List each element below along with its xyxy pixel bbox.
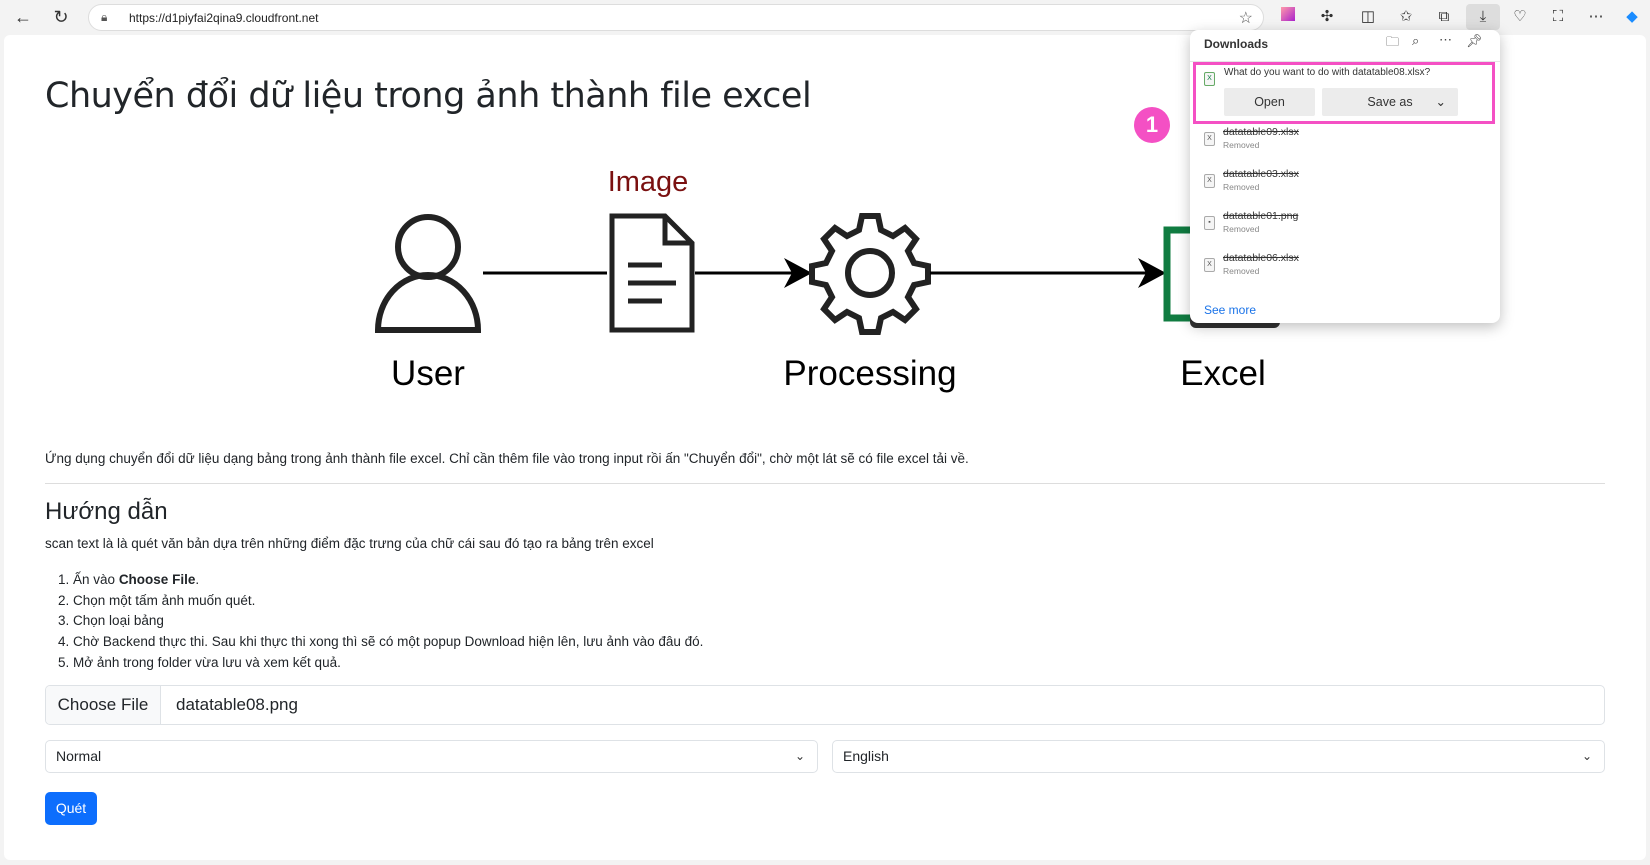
guide-intro: scan text là là quét văn bản dựa trên nh…: [45, 536, 654, 551]
save-as-label: Save as: [1367, 95, 1413, 109]
download-item-name[interactable]: datatable06.xlsx: [1223, 252, 1299, 264]
browser-essentials-icon[interactable]: ♡: [1508, 6, 1532, 28]
excel-label: Excel: [1180, 354, 1266, 393]
step-item: 4. Chờ Backend thực thi. Sau khi thực th…: [58, 634, 704, 650]
download-item-status: Removed: [1223, 266, 1260, 276]
downloads-popup: Downloads 🗀 ⌕ ⋯ 📌︎ X What do you want to…: [1190, 30, 1500, 323]
step-item: 2. Chọn một tấm ảnh muốn quét.: [58, 592, 256, 608]
step-item: 1. Ấn vào Choose File.: [58, 572, 200, 587]
processing-label: Processing: [783, 354, 957, 393]
refresh-icon[interactable]: ↻: [50, 6, 72, 28]
image-file-icon: ▪: [1204, 216, 1215, 230]
steps-list: 1. Ấn vào Choose File. 2. Chọn một tấm ả…: [58, 570, 703, 674]
table-type-value: Normal: [56, 748, 102, 764]
image-label: Image: [607, 166, 689, 198]
page-title: Chuyển đổi dữ liệu trong ảnh thành file …: [45, 76, 812, 116]
choose-file-button[interactable]: Choose File: [46, 686, 161, 724]
file-input[interactable]: Choose File datatable08.png: [45, 685, 1605, 725]
download-item-name[interactable]: datatable03.xlsx: [1223, 168, 1299, 180]
chevron-down-icon[interactable]: ⌄: [1436, 88, 1446, 116]
download-prompt: What do you want to do with datatable08.…: [1224, 67, 1431, 78]
profile-icon[interactable]: [1281, 7, 1295, 21]
file-name: datatable08.png: [176, 695, 298, 714]
downloads-icon[interactable]: ⤓: [1466, 4, 1500, 30]
download-item-status: Removed: [1223, 182, 1260, 192]
step-item: 3. Chọn loại bảng: [58, 613, 164, 629]
description: Ứng dụng chuyển đổi dữ liệu dạng bảng tr…: [45, 451, 969, 466]
excel-file-icon: X: [1204, 174, 1215, 188]
step-item: 5. Mở ảnh trong folder vừa lưu và xem kế…: [58, 654, 341, 670]
table-type-select[interactable]: Normal ⌄: [45, 740, 818, 773]
search-icon[interactable]: ⌕: [1412, 33, 1419, 49]
excel-file-icon: X: [1204, 132, 1215, 146]
browser-toolbar: ← ↻ 🔒︎ https://d1piyfai2qina9.cloudfront…: [0, 0, 1650, 34]
collections-icon[interactable]: ⧉: [1432, 6, 1456, 28]
address-bar[interactable]: 🔒︎ https://d1piyfai2qina9.cloudfront.net…: [88, 4, 1264, 31]
see-more-link[interactable]: See more: [1204, 303, 1256, 317]
favorite-star-icon[interactable]: ☆: [1239, 8, 1253, 28]
copilot-icon[interactable]: ◆: [1620, 6, 1644, 28]
pin-icon[interactable]: 📌︎: [1466, 33, 1483, 49]
divider: [45, 483, 1605, 484]
download-item-name[interactable]: datatable01.png: [1223, 210, 1298, 222]
url-text: https://d1piyfai2qina9.cloudfront.net: [129, 11, 319, 25]
screenshot-icon[interactable]: ⛶: [1546, 6, 1570, 28]
guide-heading: Hướng dẫn: [45, 498, 168, 525]
open-button[interactable]: Open: [1224, 88, 1315, 116]
download-item-status: Removed: [1223, 140, 1260, 150]
favorites-icon[interactable]: ✩: [1394, 6, 1418, 28]
excel-file-icon: X: [1204, 72, 1215, 86]
language-value: English: [843, 748, 889, 764]
gear-icon: [809, 213, 931, 335]
download-item-name[interactable]: datatable09.xlsx: [1223, 126, 1299, 138]
language-select[interactable]: English ⌄: [832, 740, 1605, 773]
split-screen-icon[interactable]: ◫: [1356, 6, 1380, 28]
more-icon[interactable]: ⋯: [1584, 6, 1608, 28]
chevron-down-icon: ⌄: [1581, 749, 1592, 763]
lock-icon: 🔒︎: [101, 10, 108, 24]
extensions-icon[interactable]: ✣: [1315, 6, 1339, 28]
annotation-badge: 1: [1134, 107, 1170, 143]
scan-button[interactable]: Quét: [45, 792, 97, 825]
download-item-status: Removed: [1223, 224, 1260, 234]
back-icon[interactable]: ←: [12, 6, 34, 28]
user-icon: [374, 214, 482, 333]
open-folder-icon[interactable]: 🗀: [1386, 33, 1399, 55]
downloads-title: Downloads: [1204, 37, 1269, 51]
more-options-icon[interactable]: ⋯: [1439, 32, 1452, 48]
chevron-down-icon: ⌄: [794, 749, 805, 763]
save-as-button[interactable]: Save as ⌄: [1322, 88, 1458, 116]
user-label: User: [391, 354, 465, 393]
excel-file-icon: X: [1204, 258, 1215, 272]
document-icon: [609, 213, 695, 333]
